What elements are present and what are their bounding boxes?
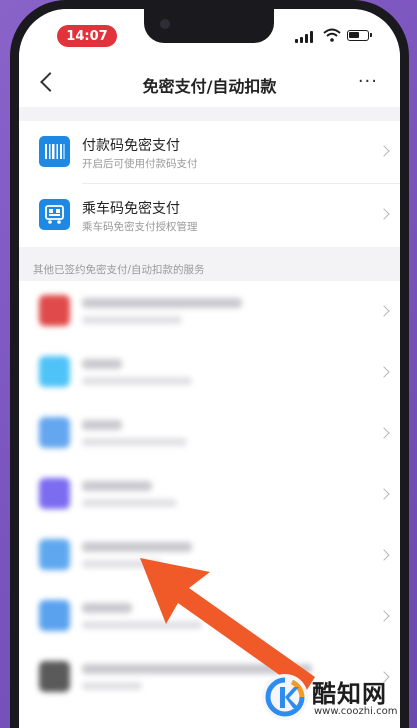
coozhi-logo-icon bbox=[262, 674, 308, 720]
annotation-arrow bbox=[140, 558, 315, 693]
watermark-url: www.coozhi.com bbox=[314, 706, 398, 717]
watermark: 酷知网 www.coozhi.com bbox=[262, 672, 412, 728]
watermark-title: 酷知网 bbox=[312, 680, 387, 708]
